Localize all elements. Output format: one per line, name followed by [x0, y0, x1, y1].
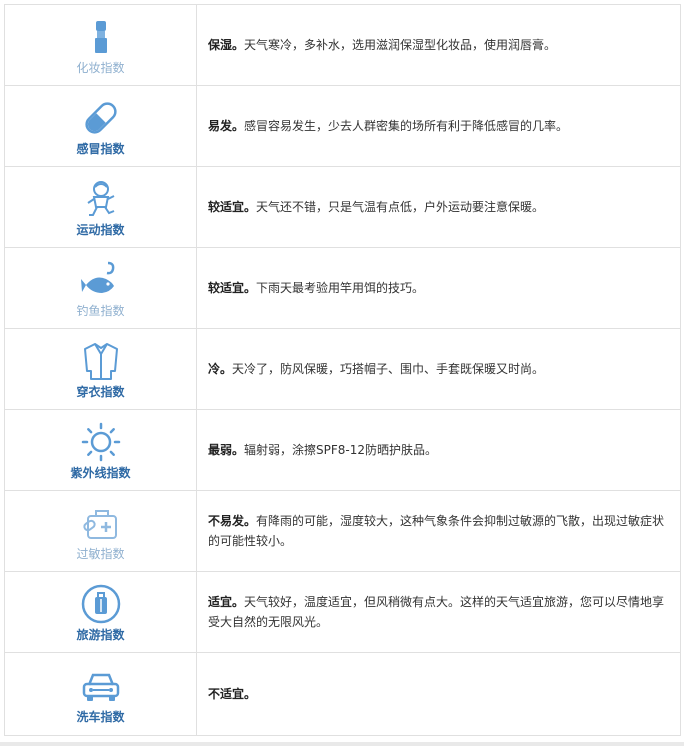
index-description-cell: 较适宜。天气还不错，只是气温有点低，户外运动要注意保暖。: [197, 167, 681, 247]
index-description: 冷。天冷了，防风保暖，巧搭帽子、围巾、手套既保暖又时尚。: [208, 359, 544, 379]
index-icon-cell: 穿衣指数: [5, 329, 197, 409]
index-label: 感冒指数: [76, 141, 125, 156]
index-row: 穿衣指数 冷。天冷了，防风保暖，巧搭帽子、围巾、手套既保暖又时尚。: [5, 329, 681, 410]
index-advice: 下雨天最考验用竿用饵的技巧。: [256, 281, 425, 295]
index-level: 较适宜。: [208, 281, 257, 295]
index-row: 过敏指数 不易发。有降雨的可能，湿度较大，这种气象条件会抑制过敏源的飞散，出现过…: [5, 491, 681, 572]
index-icon-cell: 旅游指数: [5, 572, 197, 652]
index-advice: 有降雨的可能，湿度较大，这种气象条件会抑制过敏源的飞散，出现过敏症状的可能性较小…: [208, 514, 665, 548]
index-description-cell: 不适宜。: [197, 653, 681, 735]
index-advice: 天气较好，温度适宜，但风稍微有点大。这样的天气适宜旅游，您可以尽情地享受大自然的…: [208, 595, 665, 629]
index-label: 运动指数: [76, 222, 125, 237]
index-row: 钓鱼指数 较适宜。下雨天最考验用竿用饵的技巧。: [5, 248, 681, 329]
index-level: 冷。: [208, 362, 233, 376]
index-description-cell: 保湿。天气寒冷，多补水，选用滋润保湿型化妆品，使用润唇膏。: [197, 5, 681, 85]
index-description: 最弱。辐射弱，涂擦SPF8-12防晒护肤品。: [208, 440, 437, 460]
index-level: 适宜。: [208, 595, 245, 609]
luggage-icon: [81, 584, 120, 623]
shirt-icon: [83, 342, 118, 380]
index-description-cell: 冷。天冷了，防风保暖，巧搭帽子、围巾、手套既保暖又时尚。: [197, 329, 681, 409]
bottom-divider: [0, 742, 684, 746]
index-level: 较适宜。: [208, 200, 257, 214]
pill-icon: [84, 101, 117, 134]
index-level: 最弱。: [208, 443, 245, 457]
index-row: 化妆指数 保湿。天气寒冷，多补水，选用滋润保湿型化妆品，使用润唇膏。: [5, 5, 681, 86]
weather-index-panel: 化妆指数 保湿。天气寒冷，多补水，选用滋润保湿型化妆品，使用润唇膏。 感冒指数 …: [0, 0, 684, 746]
index-icon-cell: 感冒指数: [5, 86, 197, 166]
index-icon-cell: 运动指数: [5, 167, 197, 247]
index-description: 适宜。天气较好，温度适宜，但风稍微有点大。这样的天气适宜旅游，您可以尽情地享受大…: [208, 592, 666, 632]
sun-icon: [81, 422, 120, 461]
index-advice: 感冒容易发生，少去人群密集的场所有利于降低感冒的几率。: [244, 119, 569, 133]
index-icon-cell: 洗车指数: [5, 653, 197, 735]
index-description-cell: 易发。感冒容易发生，少去人群密集的场所有利于降低感冒的几率。: [197, 86, 681, 166]
index-description: 较适宜。天气还不错，只是气温有点低，户外运动要注意保暖。: [208, 197, 544, 217]
index-description: 较适宜。下雨天最考验用竿用饵的技巧。: [208, 278, 424, 298]
medical-kit-icon: [82, 509, 117, 539]
fish-hook-icon: [80, 261, 114, 293]
index-icon-cell: 钓鱼指数: [5, 248, 197, 328]
index-description-cell: 不易发。有降雨的可能，湿度较大，这种气象条件会抑制过敏源的飞散，出现过敏症状的可…: [197, 491, 681, 571]
index-icon-cell: 过敏指数: [5, 491, 197, 571]
index-level: 不适宜。: [208, 687, 257, 701]
index-label: 化妆指数: [76, 60, 125, 75]
car-icon: [82, 673, 119, 701]
index-advice: 天气还不错，只是气温有点低，户外运动要注意保暖。: [256, 200, 545, 214]
index-label: 洗车指数: [76, 709, 125, 724]
index-icon-cell: 化妆指数: [5, 5, 197, 85]
index-row: 感冒指数 易发。感冒容易发生，少去人群密集的场所有利于降低感冒的几率。: [5, 86, 681, 167]
index-level: 易发。: [208, 119, 245, 133]
runner-icon: [86, 180, 114, 216]
index-advice: 天气寒冷，多补水，选用滋润保湿型化妆品，使用润唇膏。: [244, 38, 557, 52]
index-description-cell: 最弱。辐射弱，涂擦SPF8-12防晒护肤品。: [197, 410, 681, 490]
index-row: 旅游指数 适宜。天气较好，温度适宜，但风稍微有点大。这样的天气适宜旅游，您可以尽…: [5, 572, 681, 653]
index-label: 穿衣指数: [76, 384, 125, 399]
index-label: 旅游指数: [76, 627, 125, 642]
index-row: 洗车指数 不适宜。: [5, 653, 681, 736]
index-label: 钓鱼指数: [76, 303, 125, 318]
index-description-cell: 较适宜。下雨天最考验用竿用饵的技巧。: [197, 248, 681, 328]
index-description-cell: 适宜。天气较好，温度适宜，但风稍微有点大。这样的天气适宜旅游，您可以尽情地享受大…: [197, 572, 681, 652]
index-row: 紫外线指数 最弱。辐射弱，涂擦SPF8-12防晒护肤品。: [5, 410, 681, 491]
index-level: 不易发。: [208, 514, 257, 528]
index-advice: 辐射弱，涂擦SPF8-12防晒护肤品。: [244, 443, 438, 457]
lipstick-icon: [94, 20, 107, 53]
index-advice: 天冷了，防风保暖，巧搭帽子、围巾、手套既保暖又时尚。: [232, 362, 545, 376]
index-description: 易发。感冒容易发生，少去人群密集的场所有利于降低感冒的几率。: [208, 116, 568, 136]
index-description: 不易发。有降雨的可能，湿度较大，这种气象条件会抑制过敏源的飞散，出现过敏症状的可…: [208, 511, 666, 551]
index-row: 运动指数 较适宜。天气还不错，只是气温有点低，户外运动要注意保暖。: [5, 167, 681, 248]
index-table: 化妆指数 保湿。天气寒冷，多补水，选用滋润保湿型化妆品，使用润唇膏。 感冒指数 …: [4, 4, 681, 736]
index-icon-cell: 紫外线指数: [5, 410, 197, 490]
index-description: 不适宜。: [208, 684, 256, 704]
index-level: 保湿。: [208, 38, 245, 52]
index-description: 保湿。天气寒冷，多补水，选用滋润保湿型化妆品，使用润唇膏。: [208, 35, 556, 55]
index-label: 过敏指数: [76, 546, 125, 561]
index-label: 紫外线指数: [70, 465, 131, 480]
